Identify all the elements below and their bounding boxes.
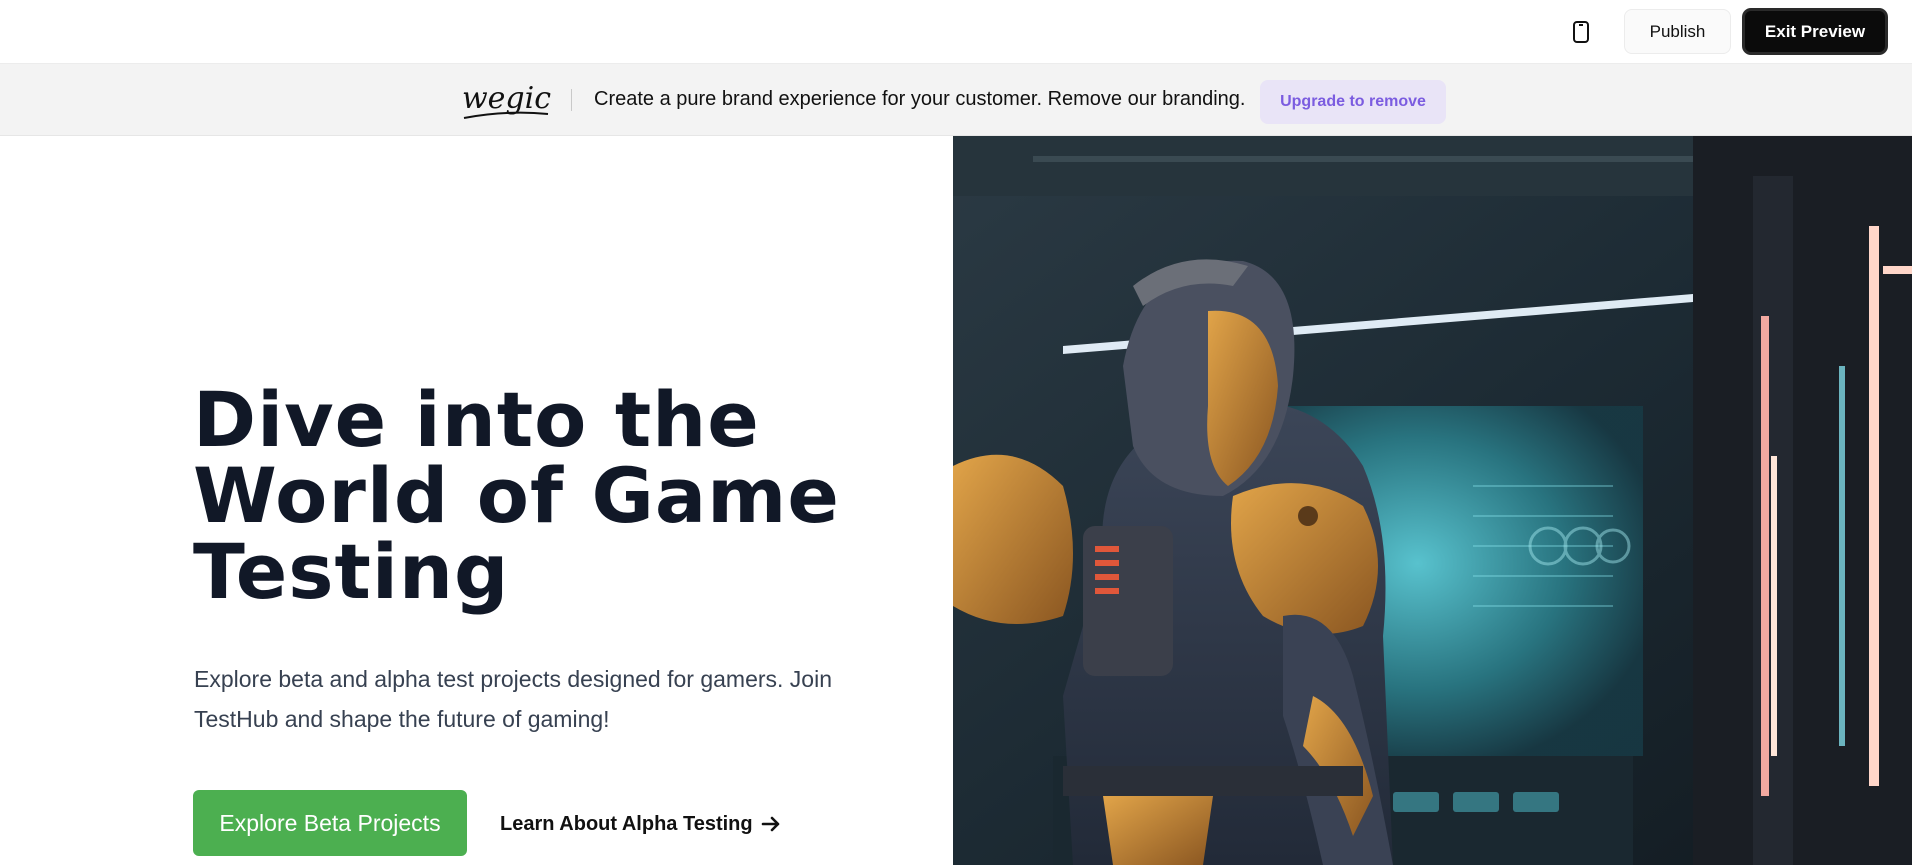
banner-divider: [571, 89, 572, 111]
hero-game-character-image: [953, 136, 1912, 865]
banner-message: Create a pure brand experience for your …: [594, 88, 1246, 110]
hero-subtitle: Explore beta and alpha test projects des…: [194, 666, 832, 732]
svg-text:wegic: wegic: [462, 81, 551, 116]
mobile-phone-icon: [1573, 21, 1589, 43]
learn-link-label: Learn About Alpha Testing: [500, 812, 753, 835]
branding-banner: wegic Create a pure brand experience for…: [0, 64, 1912, 136]
learn-about-alpha-testing-link[interactable]: Learn About Alpha Testing: [500, 809, 781, 839]
upgrade-to-remove-button[interactable]: Upgrade to remove: [1260, 80, 1446, 124]
exit-preview-button[interactable]: Exit Preview: [1742, 8, 1888, 55]
mobile-preview-button[interactable]: [1568, 19, 1594, 45]
wegic-logo: wegic: [460, 78, 552, 122]
explore-beta-projects-button[interactable]: Explore Beta Projects: [193, 790, 467, 856]
preview-toolbar: Publish Exit Preview: [0, 0, 1912, 64]
publish-button[interactable]: Publish: [1624, 9, 1731, 54]
hero-title-line-3: Testing: [193, 527, 510, 616]
arrow-right-icon: [761, 816, 779, 832]
hero-title: Dive into the World of Game Testing: [193, 382, 953, 610]
